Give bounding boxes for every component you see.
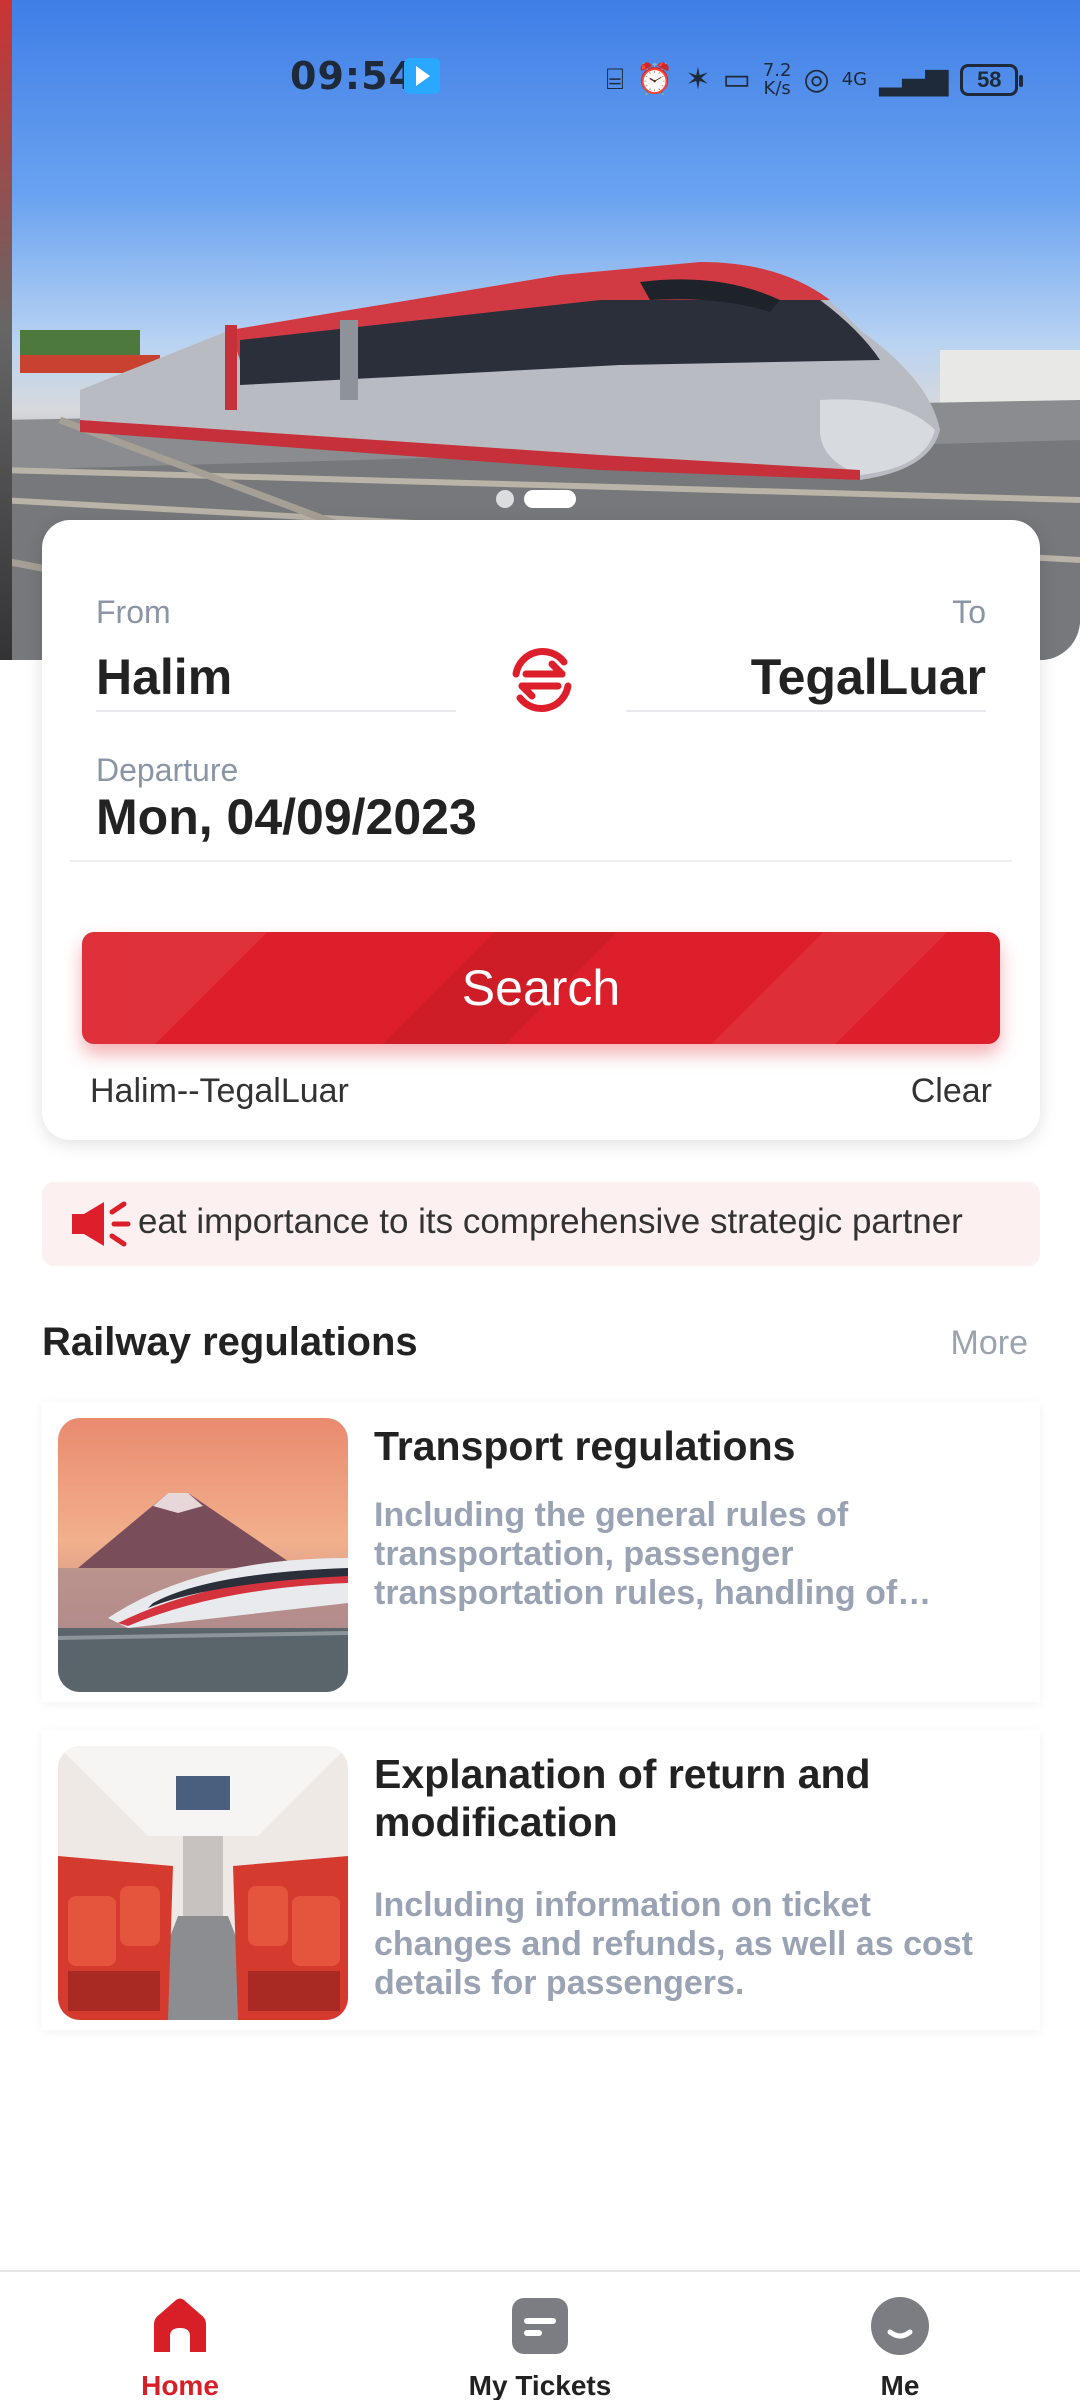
notification-app-icon	[404, 58, 440, 94]
vibrate-icon: ▭	[722, 62, 751, 97]
departure-label: Departure	[96, 752, 239, 788]
network-type: 4G	[841, 69, 868, 90]
status-bar: 09:54 ⌸ ⏰ ✶ ▭ 7.2 K/s ◎ 4G ▂▄▆ 58	[0, 40, 1080, 120]
regulation-thumbnail	[58, 1418, 348, 1692]
alarm-icon: ⏰	[636, 62, 674, 97]
regulation-title: Explanation of return and modification	[374, 1751, 871, 1845]
section-title: Railway regulations	[42, 1320, 418, 1364]
ticket-icon	[512, 2298, 568, 2354]
network-speed-unit: K/s	[763, 78, 791, 99]
swap-stations-button[interactable]	[502, 640, 582, 720]
nav-home[interactable]: Home	[70, 2284, 290, 2400]
nav-me-label: Me	[880, 2370, 920, 2400]
regulation-card[interactable]: Transport regulations Including the gene…	[42, 1402, 1040, 1702]
regulation-card[interactable]: Explanation of return and modification I…	[42, 1730, 1040, 2030]
to-label: To	[952, 594, 986, 630]
hotspot-icon: ◎	[803, 62, 830, 97]
carousel-indicator	[496, 490, 576, 508]
battery-level: 58	[977, 67, 1002, 92]
from-station-field[interactable]: Halim	[96, 648, 232, 706]
regulation-description: Including information on ticket changes …	[374, 1886, 973, 2002]
status-time: 09:54	[290, 54, 416, 98]
megaphone-icon	[72, 1201, 131, 1247]
swap-arrows-icon	[512, 648, 572, 712]
carousel-dot-active[interactable]	[524, 490, 576, 508]
carousel-dot[interactable]	[496, 490, 514, 508]
from-label: From	[96, 594, 171, 630]
nfc-icon: ⌸	[606, 62, 624, 97]
nav-my-tickets[interactable]: My Tickets	[430, 2284, 650, 2400]
regulation-description: Including the general rules of transport…	[374, 1496, 932, 1612]
to-divider	[626, 710, 986, 712]
smiley-face-icon	[871, 2297, 929, 2355]
signal-icon: ▂▄▆	[879, 62, 949, 97]
clear-history-button[interactable]: Clear	[911, 1072, 992, 1111]
nav-me[interactable]: Me	[790, 2284, 1010, 2400]
recent-route-chip[interactable]: Halim--TegalLuar	[90, 1072, 349, 1111]
regulation-title: Transport regulations	[374, 1423, 796, 1469]
announcement-text: eat importance to its comprehensive stra…	[138, 1202, 963, 1241]
app-screen: 09:54 ⌸ ⏰ ✶ ▭ 7.2 K/s ◎ 4G ▂▄▆ 58 From T…	[0, 0, 1080, 2400]
home-icon	[154, 2298, 206, 2352]
bluetooth-icon: ✶	[685, 62, 711, 97]
nav-home-label: Home	[141, 2370, 219, 2400]
announcement-bar[interactable]: eat importance to its comprehensive stra…	[42, 1182, 1040, 1266]
regulation-thumbnail	[58, 1746, 348, 2020]
status-icons: ⌸ ⏰ ✶ ▭ 7.2 K/s ◎ 4G ▂▄▆ 58	[606, 54, 1024, 106]
bottom-nav: Home My Tickets Me	[0, 2270, 1080, 2400]
to-station-field[interactable]: TegalLuar	[751, 648, 986, 706]
from-divider	[96, 710, 456, 712]
nav-tickets-label: My Tickets	[468, 2370, 612, 2400]
more-link[interactable]: More	[951, 1324, 1028, 1363]
booking-card: From To Halim TegalLuar Departure Mon, 0…	[42, 520, 1040, 1140]
network-speed: 7.2 K/s	[763, 62, 792, 98]
departure-date-field[interactable]: Mon, 04/09/2023	[96, 788, 477, 846]
battery-icon: 58	[960, 64, 1024, 96]
search-button[interactable]: Search	[82, 932, 1000, 1044]
date-divider	[70, 860, 1012, 862]
